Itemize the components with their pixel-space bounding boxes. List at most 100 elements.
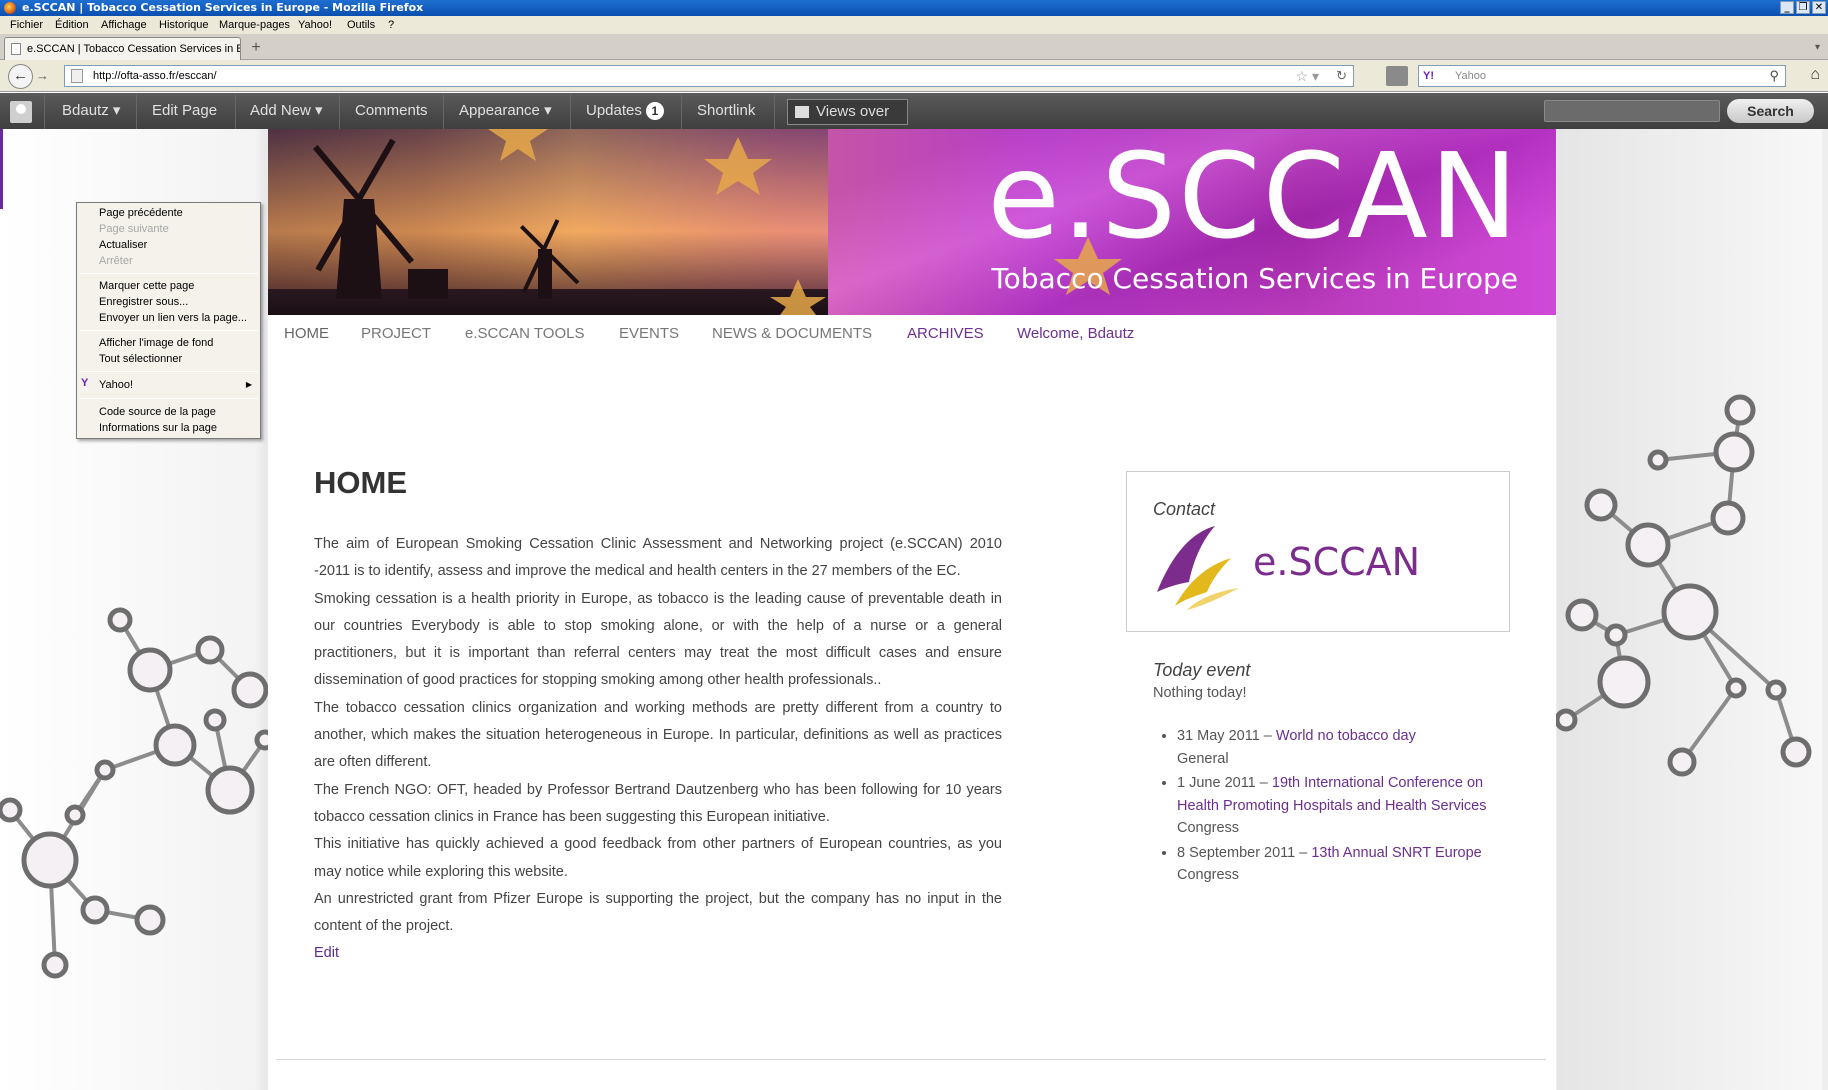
- event-date: 31 May 2011 –: [1177, 728, 1276, 744]
- yahoo-icon[interactable]: Y!: [1423, 66, 1434, 86]
- updates-link[interactable]: Updates 1: [586, 93, 664, 129]
- tab-esccan[interactable]: e.SCCAN | Tobacco Cessation Services in …: [4, 37, 241, 60]
- ctx-reload[interactable]: Actualiser: [99, 237, 147, 253]
- divider: [681, 93, 682, 129]
- ctx-select-all[interactable]: Tout sélectionner: [99, 351, 182, 367]
- menu-fichier[interactable]: Fichier: [10, 16, 43, 34]
- divider: [79, 273, 258, 274]
- updates-label: Updates: [586, 102, 642, 119]
- close-icon[interactable]: ✕: [1812, 1, 1826, 14]
- bookmark-star-icon[interactable]: ☆ ▾: [1296, 66, 1319, 86]
- paragraph: The tobacco cessation clinics organizati…: [314, 699, 1002, 771]
- menu-historique[interactable]: Historique: [159, 16, 209, 34]
- url-bar[interactable]: http://ofta-asso.fr/esccan/ ☆ ▾ ↻: [64, 65, 1354, 87]
- nav-item-home[interactable]: HOME: [284, 325, 329, 342]
- admin-search-input[interactable]: [1544, 100, 1720, 122]
- ctx-send-link[interactable]: Envoyer un lien vers la page...: [99, 310, 247, 326]
- menu-yahoo[interactable]: Yahoo!: [298, 16, 332, 34]
- event-link[interactable]: World no tobacco day: [1276, 728, 1416, 744]
- comments-link[interactable]: Comments: [355, 93, 428, 129]
- views-stats-button[interactable]: Views over: [787, 99, 908, 125]
- avatar[interactable]: [10, 101, 32, 123]
- ctx-save-as[interactable]: Enregistrer sous...: [99, 294, 188, 310]
- window-titlebar: e.SCCAN | Tobacco Cessation Services in …: [0, 0, 1828, 16]
- site-tagline: Tobacco Cessation Services in Europe: [991, 262, 1518, 295]
- edit-page-link[interactable]: Edit Page: [152, 93, 217, 129]
- ctx-forward: Page suivante: [99, 223, 169, 235]
- search-icon[interactable]: ⚲: [1769, 66, 1779, 86]
- views-label: Views over: [816, 103, 890, 120]
- molecule-decoration-right: [1556, 394, 1812, 777]
- event-date: 8 September 2011 –: [1177, 844, 1312, 861]
- divider: [235, 93, 236, 129]
- nav-item-archives[interactable]: ARCHIVES: [907, 325, 984, 342]
- contact-widget: Contact e.SCCAN: [1126, 471, 1510, 632]
- admin-search-button[interactable]: Search: [1727, 99, 1814, 123]
- nav-item-esccan-tools[interactable]: e.SCCAN TOOLS: [465, 325, 585, 342]
- ctx-back[interactable]: Page précédente: [99, 205, 183, 221]
- event-link[interactable]: 13th Annual SNRT Europe: [1311, 845, 1481, 861]
- menu-marque-pages[interactable]: Marque-pages: [219, 16, 290, 34]
- divider: [774, 93, 775, 129]
- nav-item-events[interactable]: EVENTS: [619, 325, 679, 342]
- submenu-arrow-icon: ▶: [245, 380, 252, 389]
- event-date: 1 June 2011 –: [1177, 775, 1272, 791]
- divider: [79, 330, 258, 331]
- menu-edition[interactable]: Édition: [55, 16, 89, 34]
- context-menu: Page précédente Page suivante Actualiser…: [76, 202, 261, 439]
- entry-content: The aim of European Smoking Cessation Cl…: [314, 531, 1002, 968]
- nav-item-project[interactable]: PROJECT: [361, 325, 431, 342]
- add-new-menu[interactable]: Add New ▾: [250, 93, 323, 129]
- restore-icon[interactable]: ❐: [1796, 1, 1810, 14]
- ctx-page-info[interactable]: Informations sur la page: [99, 420, 217, 436]
- nav-item-welcome-user[interactable]: Welcome, Bdautz: [1017, 325, 1134, 342]
- window-controls: _ ❐ ✕: [1780, 1, 1826, 14]
- nav-item-news-documents[interactable]: NEWS & DOCUMENTS: [712, 325, 872, 342]
- window-title: e.SCCAN | Tobacco Cessation Services in …: [22, 1, 424, 14]
- new-tab-button[interactable]: +: [244, 39, 268, 58]
- menu-outils[interactable]: Outils: [347, 16, 375, 34]
- navigation-toolbar: ← → http://ofta-asso.fr/esccan/ ☆ ▾ ↻ Y!…: [0, 60, 1828, 92]
- back-icon[interactable]: ←: [8, 64, 33, 89]
- list-item: 31 May 2011 – World no tobacco day Gener…: [1177, 725, 1503, 770]
- event-category: Congress: [1177, 820, 1240, 836]
- ctx-bookmark[interactable]: Marquer cette page: [99, 278, 194, 294]
- yahoo-icon: Y: [81, 377, 89, 389]
- search-placeholder: Yahoo: [1455, 70, 1486, 82]
- page-icon: [11, 43, 21, 55]
- shortlink-link[interactable]: Shortlink: [697, 93, 755, 129]
- site-header-banner[interactable]: e.SCCAN Tobacco Cessation Services in Eu…: [268, 129, 1556, 315]
- paragraph: The aim of European Smoking Cessation Cl…: [314, 536, 1002, 580]
- page-scrollbar[interactable]: [1822, 129, 1828, 1090]
- paragraph: The French NGO: OFT, headed by Professor…: [314, 781, 1002, 825]
- ctx-view-background[interactable]: Afficher l'image de fond: [99, 335, 213, 351]
- menu-help[interactable]: ?: [388, 16, 394, 34]
- event-category: Congress: [1177, 867, 1240, 883]
- esccan-logo[interactable]: e.SCCAN: [1153, 522, 1453, 612]
- menu-affichage[interactable]: Affichage: [101, 16, 147, 34]
- site-identity-icon[interactable]: [71, 69, 83, 83]
- menubar: Fichier Édition Affichage Historique Mar…: [0, 16, 1828, 34]
- download-icon[interactable]: [1386, 66, 1408, 86]
- event-category: General: [1177, 750, 1229, 767]
- edit-page-link[interactable]: Edit: [314, 945, 339, 961]
- tab-list-icon[interactable]: ▾: [1815, 42, 1820, 53]
- appearance-menu[interactable]: Appearance ▾: [459, 93, 552, 129]
- esccan-logo-text: e.SCCAN: [1253, 540, 1421, 584]
- ctx-view-source[interactable]: Code source de la page: [99, 404, 216, 420]
- home-icon[interactable]: ⌂: [1810, 66, 1820, 84]
- tab-label: e.SCCAN | Tobacco Cessation Services in …: [27, 43, 241, 55]
- left-edge-accent: [0, 129, 3, 209]
- minimize-icon[interactable]: _: [1780, 1, 1794, 14]
- admin-user-menu[interactable]: Bdautz ▾: [62, 93, 120, 129]
- paragraph: Smoking cessation is a health priority i…: [314, 590, 1002, 689]
- forward-icon[interactable]: →: [36, 68, 49, 83]
- tab-strip: e.SCCAN | Tobacco Cessation Services in …: [0, 34, 1828, 60]
- divider: [44, 93, 45, 129]
- search-input[interactable]: Y! Yahoo ⚲: [1418, 65, 1786, 87]
- firefox-icon: [4, 2, 16, 14]
- no-events-text: Nothing today!: [1153, 685, 1247, 701]
- reload-icon[interactable]: ↻: [1336, 66, 1347, 86]
- ctx-yahoo[interactable]: Yahoo!: [99, 377, 133, 393]
- contact-widget-title: Contact: [1153, 499, 1216, 519]
